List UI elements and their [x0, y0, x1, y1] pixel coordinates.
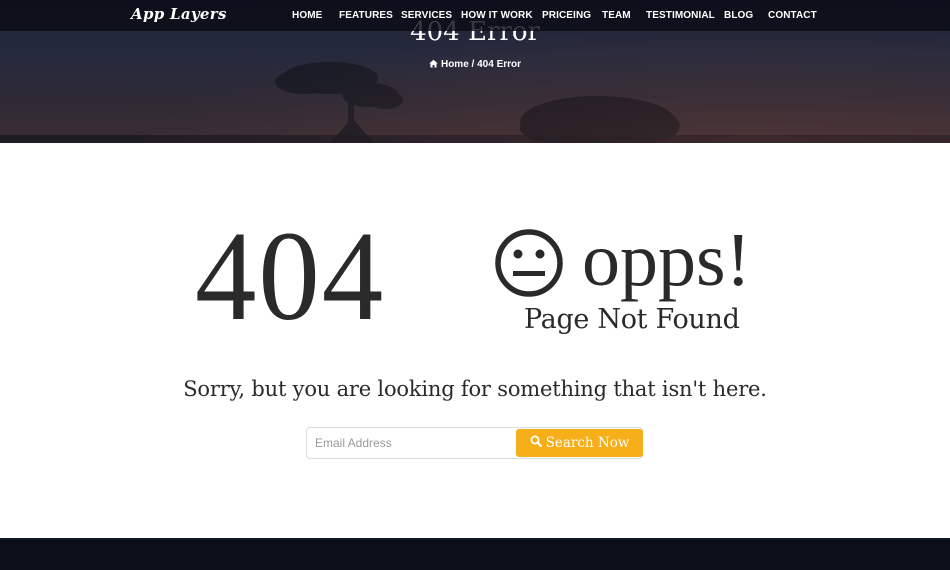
- home-icon: [429, 59, 438, 71]
- error-message: Sorry, but you are looking for something…: [183, 377, 767, 401]
- page-not-found-text: Page Not Found: [524, 304, 740, 335]
- neutral-face-icon: [494, 228, 564, 303]
- breadcrumb-separator: /: [471, 59, 475, 70]
- nav-item-testimonial[interactable]: TESTIMONIAL: [646, 10, 715, 21]
- nav-item-services[interactable]: SERVICES: [401, 10, 452, 21]
- nav-item-contact[interactable]: CONTACT: [768, 10, 817, 21]
- top-navigation-bar: App Layers HOME FEATURES SERVICES HOW IT…: [0, 0, 950, 31]
- opps-heading: opps!: [582, 218, 751, 302]
- breadcrumb-home-link[interactable]: Home: [441, 59, 469, 70]
- nav-item-team[interactable]: TEAM: [602, 10, 631, 21]
- nav-item-blog[interactable]: BLOG: [724, 10, 753, 21]
- nav-item-features[interactable]: FEATURES: [339, 10, 393, 21]
- search-icon: [530, 435, 542, 451]
- footer: [0, 538, 950, 570]
- search-input[interactable]: [307, 428, 515, 458]
- search-now-button[interactable]: Search Now: [516, 429, 643, 457]
- search-button-label: Search Now: [545, 435, 630, 451]
- nav-item-how-it-work[interactable]: HOW IT WORK: [461, 10, 533, 21]
- breadcrumb: Home / 404 Error: [0, 59, 950, 71]
- hero-banner: App Layers HOME FEATURES SERVICES HOW IT…: [0, 0, 950, 143]
- search-form: Search Now: [306, 427, 643, 459]
- logo[interactable]: App Layers: [131, 5, 227, 23]
- nav-item-priceing[interactable]: PRICEING: [542, 10, 591, 21]
- nav-item-home[interactable]: HOME: [292, 10, 322, 21]
- breadcrumb-current: 404 Error: [477, 59, 522, 70]
- error-code: 404: [195, 205, 386, 347]
